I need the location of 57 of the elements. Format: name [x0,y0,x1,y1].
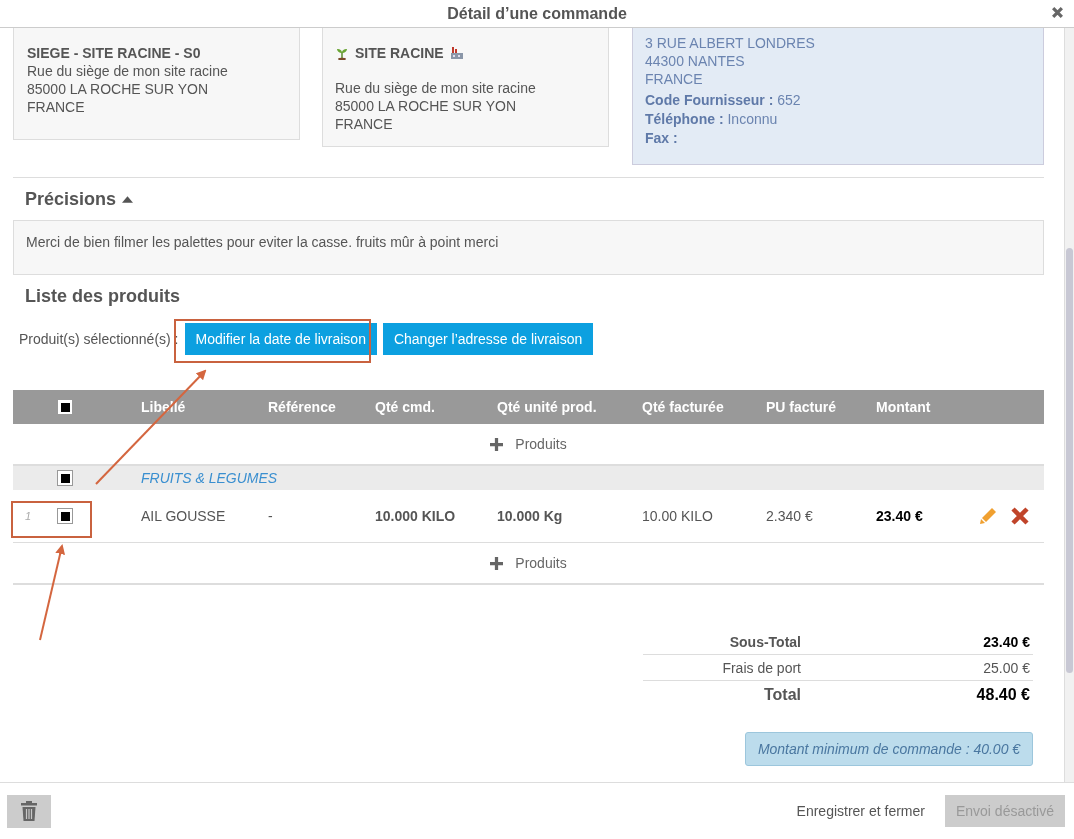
dialog-title: Détail d’une commande [447,4,627,23]
address-line: 3 RUE ALBERT LONDRES [645,34,816,52]
scrollbar[interactable] [1064,28,1074,782]
add-products-button[interactable]: Produits [490,436,567,452]
factory-icon [449,46,464,60]
address-line: 85000 LA ROCHE SUR YON [335,97,518,115]
supplier-field: Code Fournisseur : 652 [645,91,1031,110]
add-products-button[interactable]: Produits [490,555,567,571]
table-cell: 10.000 KILO [375,508,456,524]
address-line: FRANCE [645,70,704,88]
checkbox[interactable] [57,470,73,486]
supplier-field: Fax : [645,129,1031,148]
section-title: Précisions [25,188,117,210]
seedling-icon [335,46,349,60]
save-close-button[interactable]: Enregistrer et fermer [790,802,931,820]
table-cell: 10.00 KILO [642,508,713,524]
table-cell: 10.000 Kg [497,508,563,524]
plus-icon [490,437,504,451]
precisions-text: Merci de bien filmer les palettes pour eviter la casse. fruits mûr à point merci [26,234,499,250]
section-title: Liste des produits [25,285,181,307]
minimum-order-notice: Montant minimum de commande : 40.00 € [745,732,1033,766]
column-header: Qté facturée [642,399,725,415]
total-label: Total [762,686,801,704]
group-name: FRUITS & LEGUMES [141,470,279,486]
column-header: Référence [268,399,337,415]
checkbox[interactable] [57,508,73,524]
address-line: Rue du siège de mon site racine [27,62,229,80]
address-line: 85000 LA ROCHE SUR YON [27,80,210,98]
row-number: 1 [25,510,32,522]
plus-icon [490,556,504,570]
table-cell: 23.40 € [876,508,923,524]
supplier-field: Téléphone : Inconnu [645,110,1031,129]
column-header: Montant [876,399,932,415]
table-cell: 2.340 € [766,508,813,524]
total-label: Sous-Total [728,633,801,650]
table-cell: - [268,508,273,524]
address-line: FRANCE [27,98,86,116]
address-line: Rue du siège de mon site racine [335,79,537,97]
total-label: Frais de port [721,659,801,676]
site-name: SITE RACINE [355,45,444,61]
total-value: 48.40 € [976,686,1030,704]
delete-button[interactable] [7,794,51,828]
total-value: 23.40 € [983,633,1030,650]
delete-icon[interactable] [1010,506,1030,526]
total-value: 25.00 € [983,659,1030,676]
table-cell: AIL GOUSSE [141,508,226,524]
close-icon[interactable] [1051,6,1064,19]
selection-label: Produit(s) sélectionné(s) : [19,331,179,347]
column-header: PU facturé [766,399,838,415]
site-name: SIEGE - SITE RACINE - S0 [27,45,201,61]
trash-icon [20,801,38,821]
address-line: 44300 NANTES [645,52,746,70]
address-line: FRANCE [335,115,394,133]
column-header: Qté unité prod. [497,399,598,415]
column-header: Qté cmd. [375,399,436,415]
checkbox[interactable] [57,399,73,415]
caret-icon[interactable] [122,195,134,203]
